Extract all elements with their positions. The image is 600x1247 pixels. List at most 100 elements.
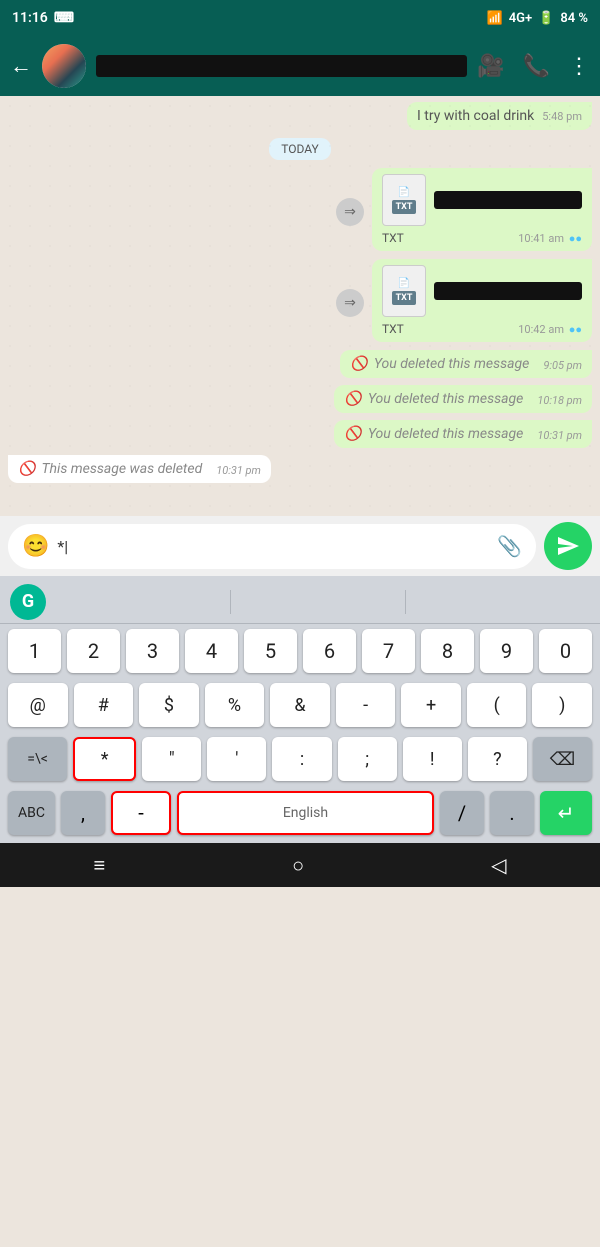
back-button[interactable]: ← <box>10 53 32 79</box>
send-button[interactable] <box>544 522 592 570</box>
deleted-time-in: 10:31 pm <box>216 464 261 477</box>
key-equals-backslash[interactable]: =\< <box>8 737 67 781</box>
nav-back-button[interactable]: ◁ <box>491 853 506 877</box>
key-comma[interactable]: , <box>61 791 105 835</box>
file-bubble-1: 📄 TXT TXT 10:41 am ●● <box>372 168 592 251</box>
key-9[interactable]: 9 <box>480 629 533 673</box>
chat-area: I try with coal drink 5:48 pm TODAY ⇒ 📄 … <box>0 96 600 516</box>
deleted-time-2: 10:18 pm <box>537 394 582 407</box>
key-1[interactable]: 1 <box>8 629 61 673</box>
file-time-2: 10:42 am ●● <box>518 323 582 336</box>
date-badge: TODAY <box>8 138 592 160</box>
file-name-redacted-1 <box>434 191 582 209</box>
key-minus[interactable]: - <box>336 683 396 727</box>
prev-message-text: I try with coal drink <box>417 108 534 124</box>
file-bubble-2: 📄 TXT TXT 10:42 am ●● <box>372 259 592 342</box>
key-3[interactable]: 3 <box>126 629 179 673</box>
emoji-button[interactable]: 😊 <box>22 534 49 559</box>
deleted-msg-2: 🚫 You deleted this message 10:18 pm <box>8 385 592 417</box>
keyboard-icon: ⌨ <box>54 10 74 26</box>
deleted-text-3: You deleted this message <box>368 426 523 442</box>
signal-type: 4G+ <box>509 11 532 26</box>
key-7[interactable]: 7 <box>362 629 415 673</box>
key-ampersand[interactable]: & <box>270 683 330 727</box>
deleted-time-1: 9:05 pm <box>543 359 582 372</box>
key-hash[interactable]: # <box>74 683 134 727</box>
attach-button[interactable]: 📎 <box>497 534 522 558</box>
key-question[interactable]: ? <box>468 737 527 781</box>
kbd-divider-1 <box>230 590 231 614</box>
deleted-time-3: 10:31 pm <box>537 429 582 442</box>
key-0[interactable]: 0 <box>539 629 592 673</box>
key-4[interactable]: 4 <box>185 629 238 673</box>
symbols-row-2: =\< * " ' : ; ! ? ⌫ <box>0 732 600 786</box>
deleted-icon-1: 🚫 <box>350 356 367 372</box>
key-dollar[interactable]: $ <box>139 683 199 727</box>
key-lparen[interactable]: ( <box>467 683 527 727</box>
nav-bar: ≡ ○ ◁ <box>0 843 600 887</box>
message-input-box: 😊 *| 📎 <box>8 524 536 569</box>
key-slash[interactable]: / <box>440 791 484 835</box>
voice-call-button[interactable]: 📞 <box>523 54 550 79</box>
key-semicolon[interactable]: ; <box>338 737 397 781</box>
file-name-redacted-2 <box>434 282 582 300</box>
deleted-text-2: You deleted this message <box>368 391 523 407</box>
key-2[interactable]: 2 <box>67 629 120 673</box>
file-icon-2: 📄 TXT <box>382 265 426 317</box>
deleted-icon-in: 🚫 <box>18 461 35 477</box>
input-area: 😊 *| 📎 <box>0 516 600 576</box>
key-hyphen-highlighted[interactable]: - <box>111 791 171 835</box>
battery-icon: 🔋 <box>538 11 554 26</box>
key-colon[interactable]: : <box>272 737 331 781</box>
deleted-bubble-1: 🚫 You deleted this message 9:05 pm <box>340 350 592 378</box>
deleted-icon-2: 🚫 <box>344 391 361 407</box>
top-actions: 🎥 📞 ⋮ <box>477 54 590 79</box>
key-rparen[interactable]: ) <box>532 683 592 727</box>
chat-top-bar: ← 🎥 📞 ⋮ <box>0 36 600 96</box>
key-6[interactable]: 6 <box>303 629 356 673</box>
signal-icon: 📶 <box>487 11 503 26</box>
number-row: 1 2 3 4 5 6 7 8 9 0 <box>0 624 600 678</box>
nav-menu-button[interactable]: ≡ <box>93 853 105 878</box>
deleted-msg-1: 🚫 You deleted this message 9:05 pm <box>8 350 592 382</box>
deleted-bubble-in: 🚫 This message was deleted 10:31 pm <box>8 455 271 483</box>
avatar[interactable] <box>42 44 86 88</box>
symbols-row-1: @ # $ % & - + ( ) <box>0 678 600 732</box>
key-period[interactable]: . <box>490 791 534 835</box>
deleted-text-in: This message was deleted <box>41 461 202 477</box>
nav-home-button[interactable]: ○ <box>292 853 304 878</box>
key-percent[interactable]: % <box>205 683 265 727</box>
key-exclaim[interactable]: ! <box>403 737 462 781</box>
keyboard: G 1 2 3 4 5 6 7 8 9 0 @ # $ % & - + ( ) … <box>0 576 600 843</box>
deleted-bubble-2: 🚫 You deleted this message 10:18 pm <box>334 385 592 413</box>
key-enter[interactable]: ↵ <box>540 791 592 835</box>
battery-level: 84 % <box>560 11 588 26</box>
file-type-label-2: TXT <box>382 322 404 336</box>
key-5[interactable]: 5 <box>244 629 297 673</box>
prev-message-row: I try with coal drink 5:48 pm <box>8 102 592 130</box>
video-call-button[interactable]: 🎥 <box>477 54 504 79</box>
more-options-button[interactable]: ⋮ <box>568 54 590 79</box>
file-icon-1: 📄 TXT <box>382 174 426 226</box>
forward-icon-1: ⇒ <box>336 198 364 226</box>
forward-icon-2: ⇒ <box>336 289 364 317</box>
message-input[interactable]: *| <box>57 537 489 556</box>
key-plus[interactable]: + <box>401 683 461 727</box>
key-asterisk[interactable]: * <box>73 737 136 781</box>
bottom-row: ABC , - English / . ↵ <box>0 786 600 843</box>
deleted-msg-3: 🚫 You deleted this message 10:31 pm <box>8 420 592 452</box>
key-backspace[interactable]: ⌫ <box>533 737 592 781</box>
key-squote[interactable]: ' <box>207 737 266 781</box>
key-dquote[interactable]: " <box>142 737 201 781</box>
keyboard-toolbar: G <box>0 580 600 624</box>
key-8[interactable]: 8 <box>421 629 474 673</box>
prev-message-time: 5:48 pm <box>542 110 582 123</box>
contact-name[interactable] <box>96 55 467 77</box>
key-space[interactable]: English <box>177 791 434 835</box>
key-abc[interactable]: ABC <box>8 791 55 835</box>
file-message-2: ⇒ 📄 TXT TXT 10:42 am ●● <box>8 259 592 346</box>
key-at[interactable]: @ <box>8 683 68 727</box>
prev-message-bubble: I try with coal drink 5:48 pm <box>407 102 592 130</box>
deleted-icon-3: 🚫 <box>344 426 361 442</box>
grammarly-button[interactable]: G <box>10 584 46 620</box>
